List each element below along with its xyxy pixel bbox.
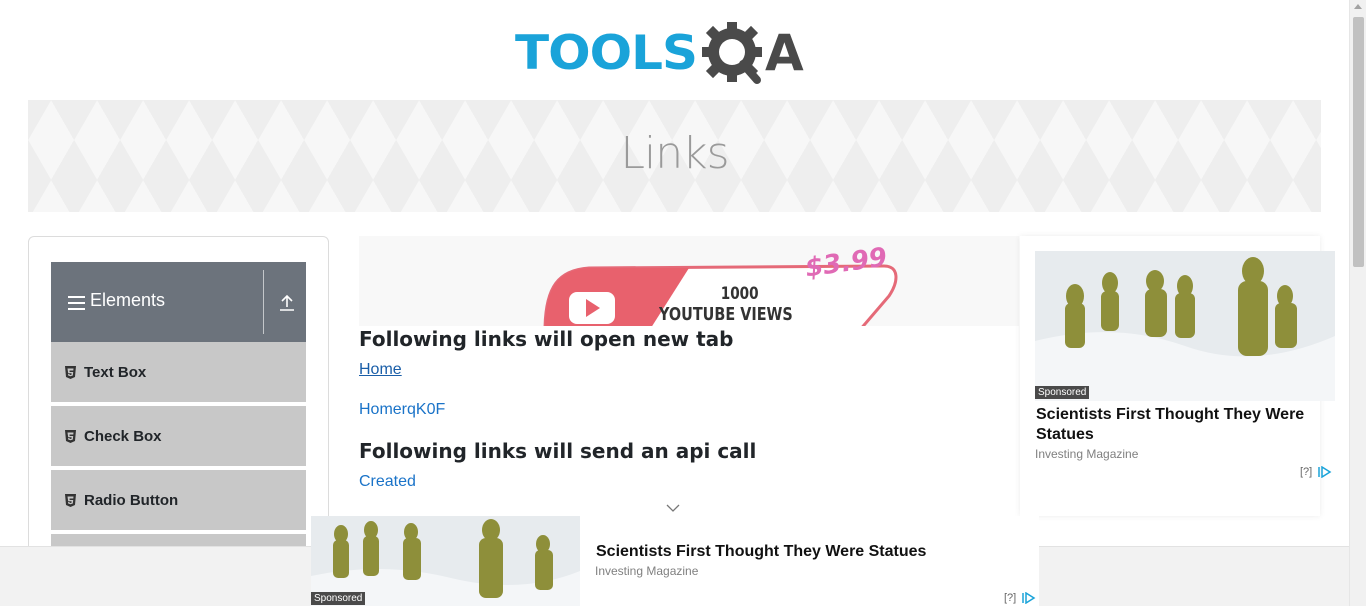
group-title: Elements <box>90 290 166 310</box>
ad-image <box>1035 251 1335 401</box>
sidebar-item-check-box[interactable]: Check Box <box>51 406 306 468</box>
ad-info-link[interactable]: [?] <box>1300 466 1312 478</box>
ad-line1: 1000 <box>720 284 759 304</box>
scroll-up-arrow-icon[interactable] <box>1354 4 1362 9</box>
toolsqa-logo[interactable]: TOOLS A <box>515 14 840 92</box>
section-title-new-tab: Following links will open new tab <box>359 327 734 351</box>
sponsored-badge: Sponsored <box>311 592 366 605</box>
sponsored-badge: Sponsored <box>1035 386 1090 399</box>
scrollbar-thumb[interactable] <box>1353 17 1364 267</box>
hamburger-icon <box>68 296 85 310</box>
link-home[interactable]: Home <box>359 361 402 379</box>
sidebar-item-label: Text Box <box>84 363 147 381</box>
ad-source: Investing Magazine <box>1035 447 1139 461</box>
vertical-scrollbar[interactable] <box>1349 0 1366 606</box>
ad-title[interactable]: Scientists First Thought They Were Statu… <box>1036 405 1316 445</box>
link-created[interactable]: Created <box>359 473 416 491</box>
elements-group-header[interactable]: Elements <box>51 262 306 342</box>
header-divider <box>263 270 264 334</box>
sidebar-item-radio-button[interactable]: Radio Button <box>51 470 306 532</box>
sidebar-item-label: Radio Button <box>84 491 179 509</box>
html5-icon <box>65 429 76 443</box>
page-banner: Links <box>28 100 1321 212</box>
ad-source: Investing Magazine <box>595 564 699 578</box>
page-title: Links <box>620 128 729 179</box>
page: TOOLS A Links Elements Text Box Check Bo… <box>0 0 1366 606</box>
chevron-down-icon[interactable] <box>666 503 680 513</box>
gear-magnifier-icon <box>699 18 769 88</box>
ad-title[interactable]: Scientists First Thought They Were Statu… <box>596 542 1016 562</box>
bottom-ad[interactable]: Sponsored Scientists First Thought They … <box>311 516 1039 606</box>
adchoices-icon[interactable] <box>1318 466 1332 478</box>
collapse-up-icon[interactable] <box>278 294 296 312</box>
ad-info-link[interactable]: [?] <box>1004 592 1016 604</box>
html5-icon <box>65 365 76 379</box>
section-title-api-call: Following links will send an api call <box>359 439 757 463</box>
link-home-dynamic[interactable]: HomerqK0F <box>359 401 445 419</box>
right-ad[interactable]: Sponsored Scientists First Thought They … <box>1020 236 1335 516</box>
ad-line2: YOUTUBE VIEWS <box>659 304 793 325</box>
sidebar-item-text-box[interactable]: Text Box <box>51 342 306 404</box>
logo-suffix: A <box>765 24 804 82</box>
sidebar-item-label: Check Box <box>84 427 162 445</box>
html5-icon <box>65 493 76 507</box>
adchoices-icon[interactable] <box>1022 592 1036 604</box>
top-ad-banner[interactable]: 1000 YOUTUBE VIEWS $3.99 <box>359 236 1019 326</box>
logo-text: TOOLS <box>515 25 698 81</box>
